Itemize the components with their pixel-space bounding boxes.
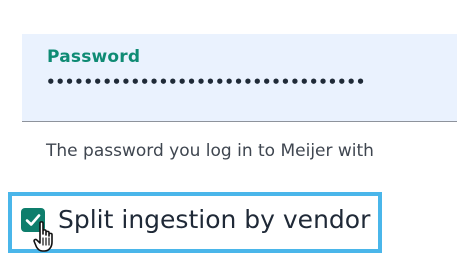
password-label: Password xyxy=(47,47,141,67)
hand-pointer-icon xyxy=(33,221,53,252)
password-help-text: The password you log in to Meijer with xyxy=(46,141,374,161)
password-masked-value[interactable]: •••••••••••••••••••••••••••••••••• xyxy=(46,75,365,90)
split-ingestion-option[interactable]: Split ingestion by vendor xyxy=(21,207,370,232)
split-ingestion-label: Split ingestion by vendor xyxy=(58,205,371,234)
password-field[interactable]: Password •••••••••••••••••••••••••••••••… xyxy=(22,34,457,122)
